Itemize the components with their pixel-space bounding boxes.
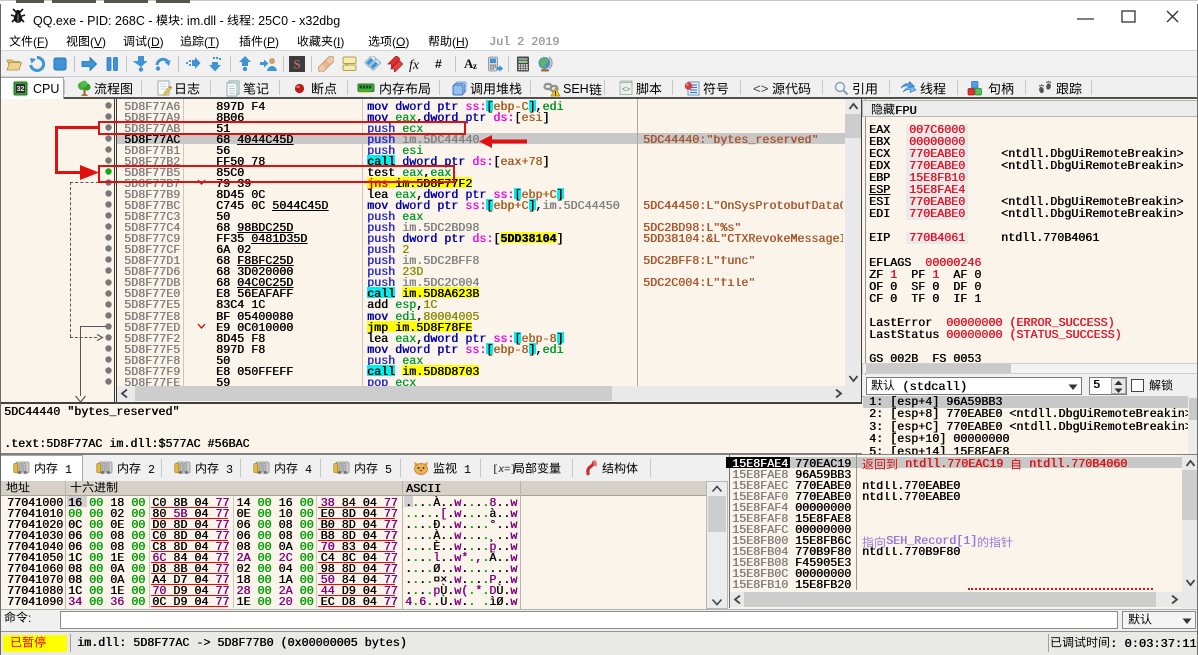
svg-text:S: S [293,57,300,72]
svg-text:#: # [435,57,442,71]
svg-text:z: z [473,61,477,71]
svg-text:<>: <> [622,87,630,94]
svg-text:!: ! [554,91,556,98]
svg-text:fx: fx [409,58,420,72]
svg-text:32: 32 [17,86,25,93]
svg-text:<>: <> [753,82,769,97]
